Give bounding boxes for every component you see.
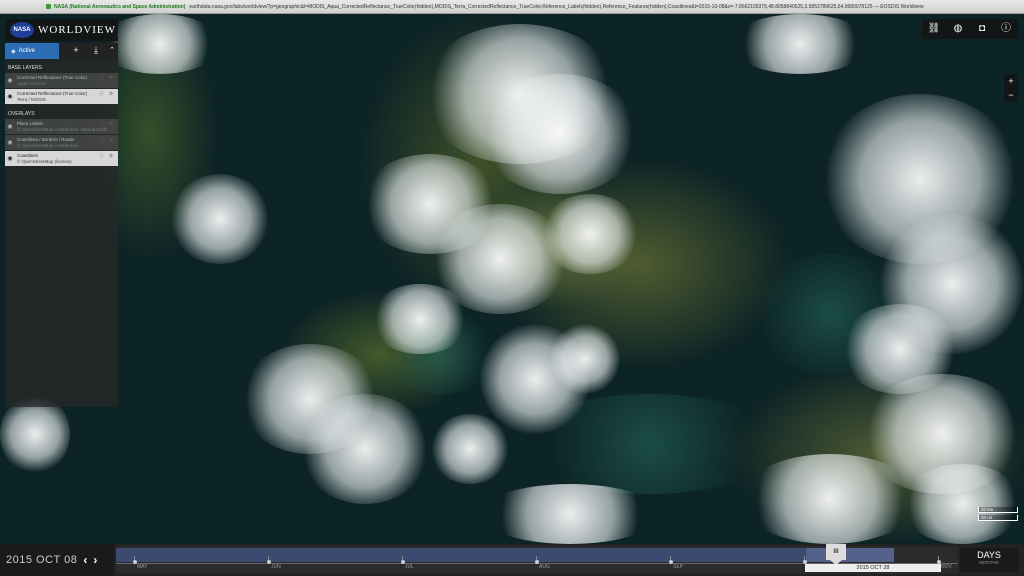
map-toolbar: ⛓ ◍ ◘ ⓘ	[922, 19, 1018, 39]
layers-icon: ◈	[11, 48, 16, 55]
timeline-zoom-toggle[interactable]: DAYS MONTHS	[960, 548, 1018, 572]
hidden-eye-icon[interactable]: ◉	[5, 139, 15, 146]
zoom-out-button[interactable]: −	[1004, 88, 1018, 102]
scale-bar: 20 km 20 mi	[978, 507, 1018, 523]
layer-item[interactable]: ◉ Corrected Reflectance (True Color) Terr…	[5, 89, 118, 104]
overlays-heading: OVERLAYS	[8, 111, 35, 117]
layer-item[interactable]: ◉ Coastlines / Borders / Roads © OpenStre…	[5, 135, 118, 150]
month-label[interactable]: JUL	[405, 564, 414, 570]
download-icon[interactable]: ⤓	[91, 46, 101, 55]
prev-day-button[interactable]: ‹	[83, 553, 87, 567]
lock-icon	[46, 4, 51, 9]
layer-item[interactable]: ◉ Place Labels © OpenStreetMap contributo…	[5, 119, 118, 134]
timeline: 2015 OCT 08 ‹ › MAYJUNJULAUGSEPOCTNOV II…	[0, 544, 1024, 576]
zoom-sub-label: MONTHS	[979, 560, 999, 565]
cloud	[540, 194, 640, 274]
camera-icon[interactable]: ◘	[974, 21, 990, 37]
hidden-eye-icon[interactable]: ◉	[5, 123, 15, 130]
cloud	[480, 484, 660, 544]
month-tick-dot	[668, 560, 673, 564]
cloud	[100, 14, 220, 74]
zoom-control: + −	[1004, 74, 1018, 102]
layer-item[interactable]: ◉ Coastlines © OpenStreetMap (license) ⓘ …	[5, 151, 118, 166]
layer-source: © OpenStreetMap contributors	[17, 142, 79, 148]
eye-icon[interactable]: ◉	[5, 155, 15, 162]
satellite-map[interactable]	[0, 14, 1024, 544]
date-selector: 2015 OCT 08 ‹ ›	[0, 544, 114, 576]
month-label[interactable]: AUG	[539, 564, 550, 570]
eye-icon[interactable]: ◉	[5, 93, 15, 100]
layer-options-icon[interactable]: ⓘ ⚙	[99, 91, 115, 97]
layer-name: Corrected Reflectance (True Color)	[17, 75, 88, 80]
layer-options-icon[interactable]: ⓘ ⚙	[99, 75, 115, 81]
cloud	[370, 284, 470, 354]
month-tick-dot	[534, 560, 539, 564]
worldview-app: NASA (National Aeronautics and Space Adm…	[0, 0, 1024, 576]
next-day-button[interactable]: ›	[93, 553, 97, 567]
scale-mi: 20 mi	[978, 515, 1018, 521]
collapse-panel-icon[interactable]: ⌃	[107, 46, 117, 55]
info-icon[interactable]: ⓘ	[998, 21, 1014, 37]
layer-item[interactable]: ◉ Corrected Reflectance (True Color) Aqua…	[5, 73, 118, 88]
data-coverage-highlight	[806, 548, 894, 562]
layer-name: Coastlines / Borders / Roads	[17, 137, 75, 142]
data-coverage-band	[116, 548, 894, 562]
worldview-logo[interactable]: NASA WORLDVIEW	[6, 19, 118, 41]
month-label[interactable]: JUN	[271, 564, 281, 570]
month-tick-dot	[132, 560, 137, 564]
selected-date-label: 2015 OCT 28	[805, 564, 941, 572]
zoom-level-label: DAYS	[977, 550, 1001, 560]
browser-url-bar[interactable]: NASA (National Aeronautics and Space Adm…	[0, 0, 1024, 14]
link-icon[interactable]: ⛓	[926, 21, 942, 37]
cloud	[900, 464, 1024, 544]
tab-active[interactable]: ◈ Active	[5, 43, 59, 59]
site-badge: NASA (National Aeronautics and Space Adm…	[54, 3, 186, 10]
layer-source: Aqua / MODIS	[17, 80, 47, 86]
base-layers-heading: BASE LAYERS	[8, 65, 43, 71]
month-label[interactable]: MAY	[137, 564, 147, 570]
globe-icon[interactable]: ◍	[950, 21, 966, 37]
layer-source: Terra / MODIS	[17, 96, 46, 102]
add-layers-icon[interactable]: +	[71, 46, 81, 55]
month-tick-dot	[400, 560, 405, 564]
scale-km: 20 km	[978, 507, 1018, 513]
layer-options-icon[interactable]: ⓘ ⚙	[99, 137, 115, 143]
tab-active-label: Active	[18, 48, 35, 54]
url-text[interactable]: earthdata.nasa.gov/labs/worldview/?p=geo…	[189, 4, 923, 10]
cloud	[170, 174, 270, 264]
app-title: WORLDVIEW	[38, 24, 117, 36]
layer-options-icon[interactable]: ⓘ ⚙	[99, 121, 115, 127]
cloud	[300, 394, 430, 504]
month-label[interactable]: NOV	[941, 564, 952, 570]
current-date[interactable]: 2015 OCT 08	[6, 554, 77, 566]
layer-options-icon[interactable]: ⓘ ⚙	[99, 153, 115, 159]
cloud	[730, 14, 870, 74]
timeline-drag-handle[interactable]: III	[826, 544, 846, 560]
layer-name: Corrected Reflectance (True Color)	[17, 91, 88, 96]
panel-header: ◈ Active + ⤓ ⌃	[5, 43, 118, 59]
hidden-eye-icon[interactable]: ◉	[5, 77, 15, 84]
cloud	[740, 454, 920, 544]
layer-source: © OpenStreetMap contributors, Natural Ea…	[17, 126, 108, 132]
nasa-meatball-logo: NASA	[10, 22, 34, 38]
month-tick-dot	[266, 560, 271, 564]
cloud	[550, 324, 620, 394]
month-label[interactable]: SEP	[673, 564, 683, 570]
zoom-in-button[interactable]: +	[1004, 74, 1018, 88]
cloud	[480, 74, 640, 194]
timeline-axis[interactable]: MAYJUNJULAUGSEPOCTNOV III 2015 OCT 28	[116, 544, 958, 574]
layer-source: © OpenStreetMap (license)	[17, 158, 72, 164]
layers-panel: ◈ Active + ⤓ ⌃ BASE LAYERS ◉ Corrected R…	[5, 43, 118, 407]
cloud	[430, 414, 510, 484]
